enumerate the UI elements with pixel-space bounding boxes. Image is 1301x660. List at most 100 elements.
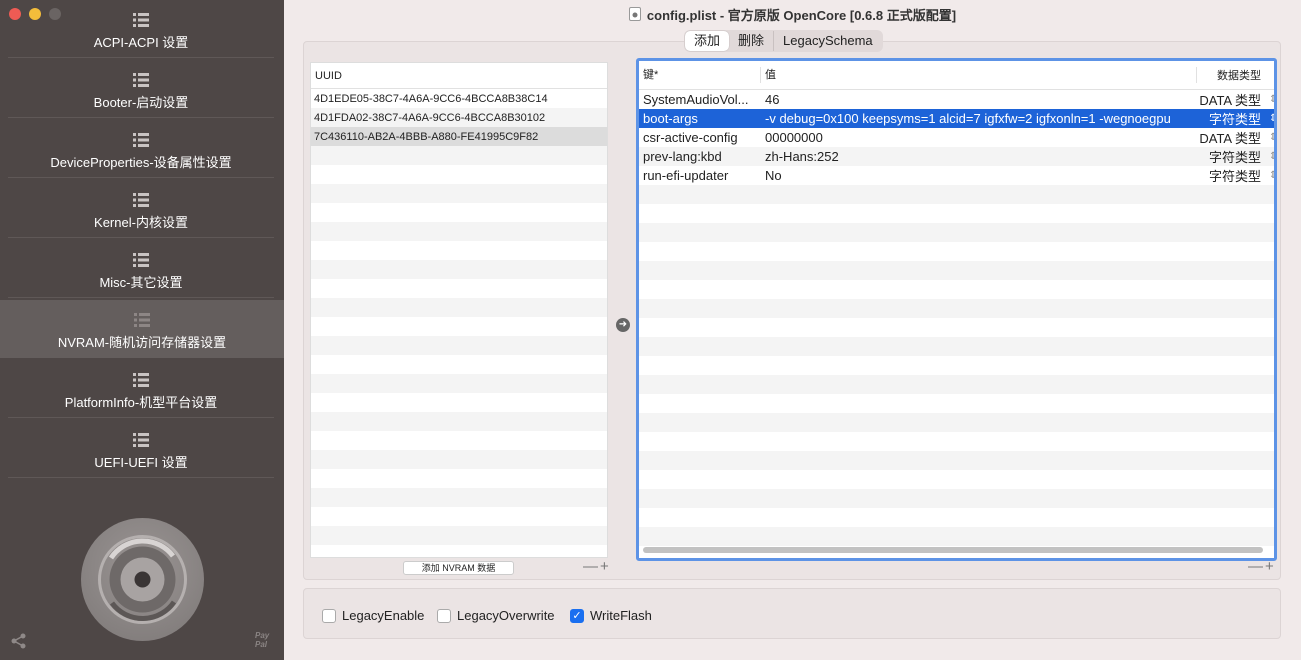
value-column-header[interactable]: 值 bbox=[761, 67, 1197, 83]
arrow-right-icon: ➜ bbox=[616, 318, 630, 332]
table-row[interactable] bbox=[639, 223, 1274, 242]
table-row[interactable] bbox=[311, 298, 607, 317]
table-row[interactable] bbox=[311, 412, 607, 431]
type-cell[interactable]: 字符类型 bbox=[1197, 166, 1269, 185]
legacy-overwrite-box[interactable] bbox=[437, 608, 451, 623]
key-cell[interactable]: run-efi-updater bbox=[639, 168, 761, 183]
table-row[interactable]: boot-args -v debug=0x100 keepsyms=1 alcid… bbox=[639, 109, 1274, 128]
type-cell[interactable]: DATA 类型 bbox=[1197, 90, 1269, 109]
table-row[interactable] bbox=[311, 317, 607, 336]
sidebar-item-device-properties[interactable]: DeviceProperties-设备属性设置 bbox=[8, 120, 274, 178]
write-flash-box[interactable]: ✓ bbox=[570, 608, 584, 623]
table-row[interactable] bbox=[311, 526, 607, 545]
table-row[interactable]: run-efi-updater No 字符类型 ⇕ bbox=[639, 166, 1274, 185]
chevron-updown-icon[interactable]: ⇕ bbox=[1269, 170, 1274, 181]
table-row[interactable] bbox=[639, 432, 1274, 451]
key-cell[interactable]: SystemAudioVol... bbox=[639, 92, 761, 107]
chevron-updown-icon[interactable]: ⇕ bbox=[1269, 113, 1274, 124]
table-row[interactable] bbox=[639, 204, 1274, 223]
value-cell[interactable]: -v debug=0x100 keepsyms=1 alcid=7 igfxfw… bbox=[761, 111, 1197, 126]
table-row[interactable] bbox=[639, 318, 1274, 337]
key-column-header[interactable]: 键* bbox=[639, 67, 761, 83]
table-row[interactable] bbox=[639, 337, 1274, 356]
table-row[interactable]: 4D1FDA02-38C7-4A6A-9CC6-4BCCA8B30102 bbox=[311, 108, 607, 127]
legacy-enable-box[interactable] bbox=[322, 608, 336, 623]
table-row[interactable] bbox=[639, 451, 1274, 470]
table-row[interactable] bbox=[639, 261, 1274, 280]
table-row[interactable] bbox=[311, 260, 607, 279]
table-row[interactable] bbox=[311, 431, 607, 450]
table-row[interactable] bbox=[639, 413, 1274, 432]
type-cell[interactable]: 字符类型 bbox=[1197, 109, 1269, 128]
table-row[interactable] bbox=[639, 185, 1274, 204]
sidebar-item-misc[interactable]: Misc-其它设置 bbox=[8, 240, 274, 298]
kv-add-remove-buttons[interactable]: —+ bbox=[1248, 558, 1276, 575]
sidebar-item-acpi[interactable]: ACPI-ACPI 设置 bbox=[8, 0, 274, 58]
table-row[interactable] bbox=[311, 279, 607, 298]
value-cell[interactable]: zh-Hans:252 bbox=[761, 149, 1197, 164]
table-row[interactable] bbox=[311, 450, 607, 469]
table-row[interactable] bbox=[311, 355, 607, 374]
horizontal-scrollbar[interactable] bbox=[643, 547, 1263, 553]
sidebar-item-uefi[interactable]: UEFI-UEFI 设置 bbox=[8, 420, 274, 478]
legacy-overwrite-checkbox[interactable]: LegacyOverwrite bbox=[437, 608, 555, 623]
share-icon[interactable] bbox=[10, 632, 28, 650]
write-flash-checkbox[interactable]: ✓ WriteFlash bbox=[570, 608, 652, 623]
value-cell[interactable]: 46 bbox=[761, 92, 1197, 107]
table-row[interactable] bbox=[311, 374, 607, 393]
add-nvram-button[interactable]: 添加 NVRAM 数据 bbox=[403, 561, 514, 575]
divider bbox=[8, 297, 274, 298]
uuid-add-remove-buttons[interactable]: —+ bbox=[583, 558, 611, 575]
chevron-updown-icon[interactable]: ⇕ bbox=[1269, 94, 1274, 105]
sidebar-item-booter[interactable]: Booter-启动设置 bbox=[8, 60, 274, 118]
table-row[interactable] bbox=[311, 488, 607, 507]
table-row[interactable] bbox=[639, 280, 1274, 299]
table-row[interactable]: prev-lang:kbd zh-Hans:252 字符类型 ⇕ bbox=[639, 147, 1274, 166]
type-column-header[interactable]: 数据类型 bbox=[1197, 67, 1269, 83]
uuid-column-header[interactable]: UUID bbox=[311, 63, 607, 89]
table-row[interactable] bbox=[639, 242, 1274, 261]
key-cell[interactable]: boot-args bbox=[639, 111, 761, 126]
paypal-logo[interactable]: Pay Pal bbox=[255, 631, 269, 649]
legacy-enable-checkbox[interactable]: LegacyEnable bbox=[322, 608, 424, 623]
table-row[interactable] bbox=[311, 469, 607, 488]
sidebar-item-nvram[interactable]: NVRAM-随机访问存储器设置 bbox=[0, 300, 284, 358]
list-icon bbox=[133, 193, 149, 207]
table-row[interactable] bbox=[639, 375, 1274, 394]
table-row[interactable] bbox=[311, 507, 607, 526]
type-cell[interactable]: DATA 类型 bbox=[1197, 128, 1269, 147]
table-row[interactable] bbox=[639, 394, 1274, 413]
type-cell[interactable]: 字符类型 bbox=[1197, 147, 1269, 166]
table-row[interactable] bbox=[311, 146, 607, 165]
tab-add[interactable]: 添加 bbox=[685, 31, 730, 51]
table-row[interactable] bbox=[639, 508, 1274, 527]
table-row[interactable] bbox=[639, 527, 1274, 546]
table-row[interactable] bbox=[311, 241, 607, 260]
table-row[interactable] bbox=[311, 222, 607, 241]
table-row[interactable]: SystemAudioVol... 46 DATA 类型 ⇕ bbox=[639, 90, 1274, 109]
table-row[interactable] bbox=[639, 356, 1274, 375]
table-row[interactable]: 4D1EDE05-38C7-4A6A-9CC6-4BCCA8B38C14 bbox=[311, 89, 607, 108]
table-row[interactable] bbox=[311, 336, 607, 355]
tab-legacy-schema[interactable]: LegacySchema bbox=[773, 31, 882, 51]
nvram-key-value-table: 键* 值 数据类型 SystemAudioVol... 46 DATA 类型 ⇕ boo… bbox=[636, 58, 1277, 561]
value-cell[interactable]: 00000000 bbox=[761, 130, 1197, 145]
table-row[interactable] bbox=[639, 470, 1274, 489]
chevron-updown-icon[interactable]: ⇕ bbox=[1269, 151, 1274, 162]
key-cell[interactable]: csr-active-config bbox=[639, 130, 761, 145]
table-row[interactable] bbox=[639, 489, 1274, 508]
table-row[interactable]: csr-active-config 00000000 DATA 类型 ⇕ bbox=[639, 128, 1274, 147]
key-cell[interactable]: prev-lang:kbd bbox=[639, 149, 761, 164]
sidebar-item-kernel[interactable]: Kernel-内核设置 bbox=[8, 180, 274, 238]
table-row[interactable] bbox=[311, 203, 607, 222]
sidebar-item-platform-info[interactable]: PlatformInfo-机型平台设置 bbox=[8, 360, 274, 418]
value-cell[interactable]: No bbox=[761, 168, 1197, 183]
chevron-updown-icon[interactable]: ⇕ bbox=[1269, 132, 1274, 143]
write-flash-label: WriteFlash bbox=[590, 608, 652, 623]
table-row[interactable] bbox=[311, 393, 607, 412]
table-row[interactable] bbox=[311, 165, 607, 184]
tab-delete[interactable]: 删除 bbox=[729, 31, 773, 51]
table-row[interactable] bbox=[311, 184, 607, 203]
table-row[interactable] bbox=[639, 299, 1274, 318]
table-row[interactable]: 7C436110-AB2A-4BBB-A880-FE41995C9F82 bbox=[311, 127, 607, 146]
